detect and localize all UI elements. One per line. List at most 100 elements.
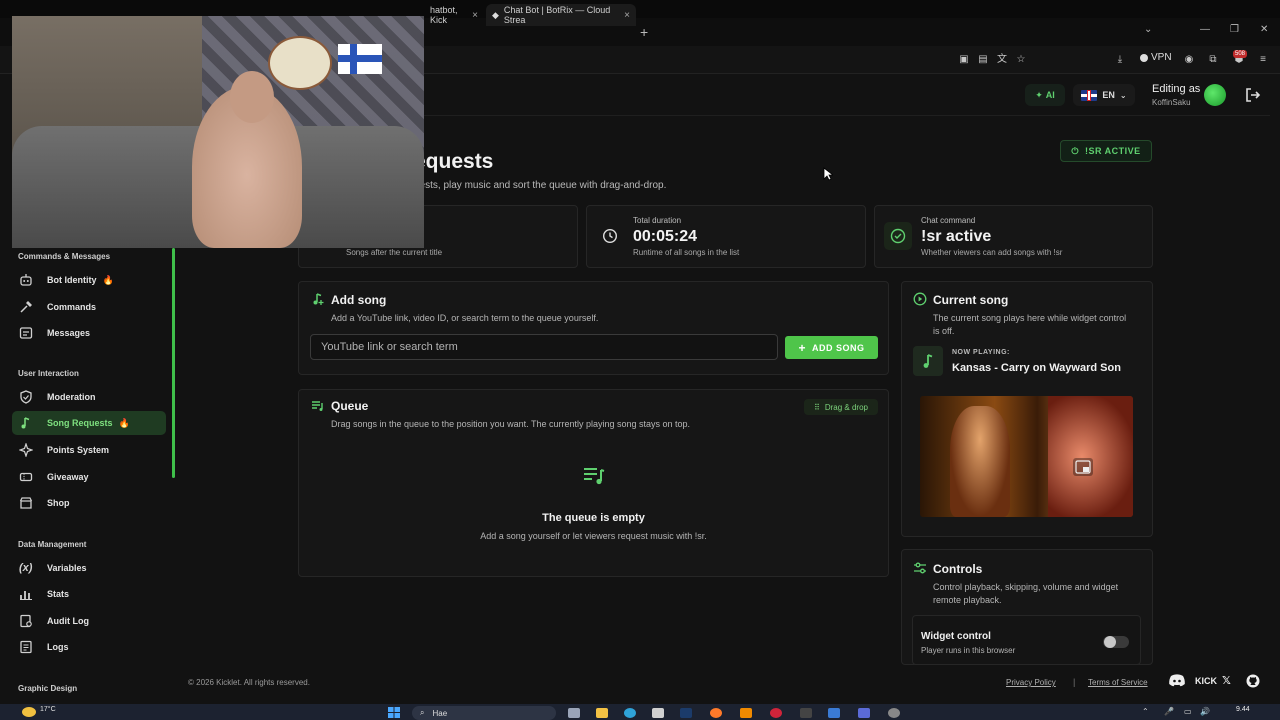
- kick-icon[interactable]: KICK: [1195, 676, 1217, 686]
- song-search-input[interactable]: [310, 334, 778, 360]
- firefox-icon[interactable]: [710, 708, 722, 718]
- controls-desc: Control playback, skipping, volume and w…: [933, 582, 1119, 605]
- video-player[interactable]: [920, 396, 1133, 517]
- tab-list-chevron-icon[interactable]: ⌄: [1144, 24, 1152, 35]
- browser-tab-botrix[interactable]: ◆ Chat Bot | BotRix — Cloud Strea ×: [486, 4, 636, 26]
- add-song-button[interactable]: + ADD SONG: [785, 336, 878, 359]
- obs-icon[interactable]: [888, 708, 900, 718]
- reader-icon[interactable]: ▤: [977, 54, 989, 66]
- video-frame-figure: [950, 406, 1010, 517]
- shield-icon: [19, 390, 33, 404]
- menu-icon[interactable]: ≡: [1257, 54, 1269, 66]
- extensions-icon[interactable]: ⧉: [1207, 54, 1219, 66]
- sidebar-item-giveaway[interactable]: Giveaway: [12, 465, 166, 489]
- webcam-sign: [268, 36, 332, 90]
- ai-button[interactable]: ✦ AI: [1025, 84, 1065, 106]
- privacy-policy-link[interactable]: Privacy Policy: [1006, 678, 1056, 687]
- stat-card-duration: [586, 205, 866, 268]
- sliders-icon: [913, 561, 927, 575]
- now-playing-music-icon: [913, 346, 943, 376]
- webcam-person-head: [230, 71, 274, 123]
- copyright: © 2026 Kicklet. All rights reserved.: [188, 678, 310, 687]
- steam-icon[interactable]: [680, 708, 692, 718]
- queue-title: Queue: [331, 399, 369, 413]
- logs-icon: [19, 640, 33, 654]
- avatar[interactable]: [1204, 84, 1226, 106]
- language-selector[interactable]: EN ⌄: [1073, 84, 1135, 106]
- vpn-icon: [1140, 53, 1148, 62]
- sidebar-item-bot-identity[interactable]: Bot Identity 🔥: [12, 268, 166, 292]
- vlc-icon[interactable]: [740, 708, 752, 718]
- app-icon-2[interactable]: [858, 708, 870, 718]
- tab-label: Chat Bot | BotRix — Cloud Strea: [503, 5, 611, 25]
- extension-count-badge: 508: [1233, 50, 1248, 58]
- network-icon[interactable]: ▭: [1184, 707, 1192, 716]
- widget-control-toggle[interactable]: [1103, 636, 1129, 648]
- new-tab-button[interactable]: +: [640, 24, 648, 40]
- account-icon[interactable]: ◉: [1183, 54, 1195, 66]
- app-icon[interactable]: [828, 708, 840, 718]
- sidebar-item-audit-log[interactable]: Audit Log: [12, 609, 166, 633]
- x-twitter-icon[interactable]: 𝕏: [1222, 674, 1231, 687]
- discord-icon[interactable]: [1168, 673, 1186, 689]
- vpn-button[interactable]: VPN: [1140, 52, 1172, 63]
- stat-label: Total duration: [633, 216, 682, 225]
- mouse-cursor-icon: [823, 167, 833, 181]
- section-data-management: Data Management: [18, 540, 87, 549]
- bookmark-star-icon[interactable]: ☆: [1015, 54, 1027, 66]
- sidebar-item-song-requests[interactable]: Song Requests 🔥: [12, 411, 166, 435]
- windows-start-icon[interactable]: [388, 707, 400, 718]
- taskbar-clock[interactable]: 9.44: [1236, 706, 1250, 713]
- maximize-icon[interactable]: ❐: [1230, 24, 1239, 35]
- edge-icon[interactable]: [624, 708, 636, 718]
- sidebar-item-logs[interactable]: Logs: [12, 635, 166, 659]
- browser-tab-kick[interactable]: hatbot, Kick ×: [424, 4, 484, 26]
- tray-chevron-icon[interactable]: ⌃: [1142, 707, 1149, 716]
- weather-temp[interactable]: 17°C: [40, 706, 56, 713]
- hammer-icon: [19, 300, 33, 314]
- logout-icon[interactable]: [1245, 87, 1261, 103]
- terms-link[interactable]: Terms of Service: [1088, 678, 1148, 687]
- sidebar-item-variables[interactable]: (x) Variables: [12, 556, 166, 580]
- screenshot-icon[interactable]: ▣: [958, 54, 970, 66]
- add-song-card: [298, 281, 889, 375]
- store-app-icon[interactable]: [652, 708, 664, 718]
- add-song-desc: Add a YouTube link, video ID, or search …: [331, 313, 599, 323]
- microphone-icon[interactable]: 🎤: [1164, 707, 1174, 716]
- sidebar-item-commands[interactable]: Commands: [12, 295, 166, 319]
- sidebar-item-messages[interactable]: Messages: [12, 321, 166, 345]
- translate-icon[interactable]: 文: [996, 54, 1008, 66]
- task-view-icon[interactable]: [568, 708, 580, 718]
- sparkle-icon: [19, 443, 33, 457]
- download-icon[interactable]: ⤓: [1114, 54, 1126, 66]
- file-explorer-icon[interactable]: [596, 708, 608, 718]
- section-graphic-design: Graphic Design: [18, 684, 78, 693]
- now-playing-song: Kansas - Carry on Wayward Son: [952, 362, 1121, 374]
- video-frame-face: [1048, 396, 1133, 517]
- taskbar-search[interactable]: ⌕ Hae: [412, 706, 556, 720]
- sidebar-scrollbar[interactable]: [172, 248, 175, 478]
- terminal-icon[interactable]: [800, 708, 812, 718]
- sidebar-item-shop[interactable]: Shop: [12, 491, 166, 515]
- empty-queue-desc: Add a song yourself or let viewers reque…: [480, 531, 707, 541]
- section-commands-messages: Commands & Messages: [18, 252, 111, 261]
- botrix-favicon-icon: ◆: [492, 9, 499, 20]
- stat-value: 00:05:24: [633, 228, 698, 245]
- close-tab-icon[interactable]: ×: [472, 10, 478, 21]
- widget-control-title: Widget control: [921, 631, 991, 642]
- close-tab-icon[interactable]: ×: [624, 10, 630, 21]
- volume-icon[interactable]: 🔊: [1200, 707, 1210, 716]
- picture-in-picture-icon[interactable]: [1073, 458, 1093, 476]
- close-window-icon[interactable]: ✕: [1260, 24, 1268, 35]
- github-icon[interactable]: [1246, 674, 1260, 688]
- tab-label: hatbot, Kick: [430, 5, 458, 25]
- opera-icon[interactable]: [770, 708, 782, 718]
- sidebar-item-points-system[interactable]: Points System: [12, 438, 166, 462]
- minimize-icon[interactable]: —: [1200, 24, 1210, 35]
- sidebar-item-moderation[interactable]: Moderation: [12, 385, 166, 409]
- drag-handle-icon: ⠿: [814, 402, 820, 412]
- editing-as-label: Editing as: [1152, 83, 1201, 95]
- sidebar-item-stats[interactable]: Stats: [12, 582, 166, 606]
- stat-desc: Songs after the current title: [346, 248, 443, 257]
- store-icon: [19, 496, 33, 510]
